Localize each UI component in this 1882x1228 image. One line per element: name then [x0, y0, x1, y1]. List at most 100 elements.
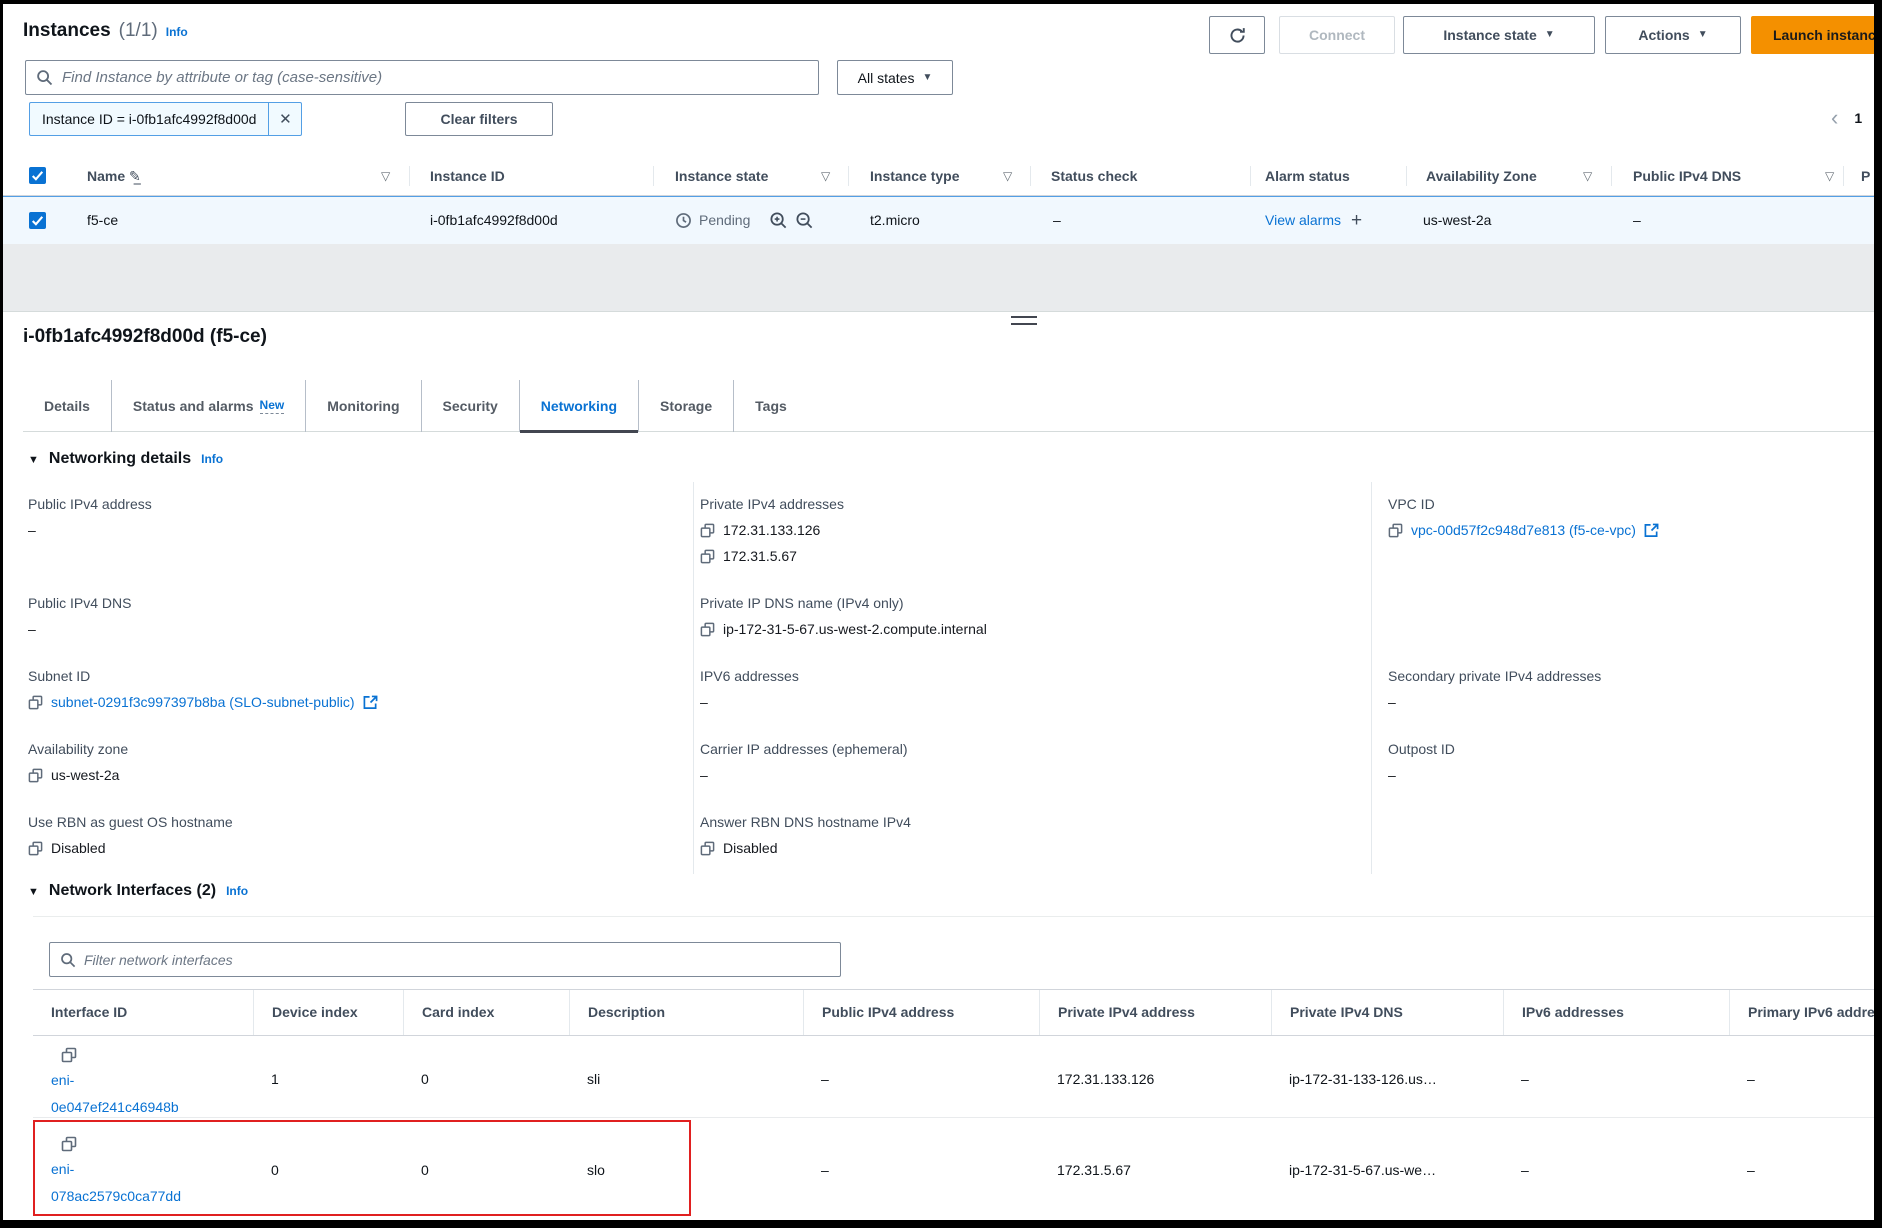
select-all-checkbox[interactable]: [29, 167, 46, 184]
external-link-icon[interactable]: [1644, 523, 1659, 538]
column-header-instance-id[interactable]: Instance ID: [430, 156, 505, 196]
field-ipv6-addresses: IPV6 addresses –: [700, 666, 1340, 715]
copy-icon[interactable]: [700, 622, 715, 637]
az-filter-icon[interactable]: ▽: [1583, 156, 1592, 196]
name-filter-icon[interactable]: ▽: [381, 156, 390, 196]
interface-row[interactable]: eni-078ac2579c0ca77dd 0 0 slo – 172.31.5…: [33, 1118, 1874, 1220]
field-public-ipv4-dns: Public IPv4 DNS –: [28, 593, 668, 642]
split-panel-drag-handle[interactable]: [1011, 316, 1037, 325]
page-number[interactable]: 1: [1854, 110, 1862, 126]
instance-count: (1/1): [119, 20, 158, 42]
interface-id-link[interactable]: eni-0e047ef241c46948b: [51, 1067, 201, 1121]
copy-icon[interactable]: [61, 1047, 77, 1063]
column-header-status-check[interactable]: Status check: [1051, 156, 1137, 196]
tab-details[interactable]: Details: [23, 380, 111, 432]
copy-icon[interactable]: [61, 1136, 77, 1152]
description-value: slo: [569, 1118, 803, 1220]
all-states-dropdown[interactable]: All states ▼: [837, 60, 953, 95]
zoom-out-icon[interactable]: [795, 211, 814, 230]
col-interface-id[interactable]: Interface ID: [33, 990, 253, 1035]
instance-row[interactable]: f5-ce i-0fb1afc4992f8d00d Pending t2.mic…: [3, 196, 1874, 244]
actions-dropdown[interactable]: Actions ▼: [1605, 16, 1741, 54]
networking-details-heading: Networking details: [49, 450, 191, 468]
col-card-index[interactable]: Card index: [403, 990, 569, 1035]
col-public-ipv4[interactable]: Public IPv4 address: [803, 990, 1039, 1035]
network-interfaces-heading: Network Interfaces (2): [49, 882, 216, 900]
column-header-public-ipv4-dns[interactable]: Public IPv4 DNS: [1633, 156, 1741, 196]
type-filter-icon[interactable]: ▽: [1003, 156, 1012, 196]
row-checkbox[interactable]: [29, 212, 46, 229]
ipv6-value: –: [1503, 1118, 1729, 1220]
copy-icon[interactable]: [700, 523, 715, 538]
copy-icon[interactable]: [700, 841, 715, 856]
instances-table-header: Name ✎̲ ▽ Instance ID Instance state ▽ I…: [3, 156, 1874, 196]
column-header-instance-type[interactable]: Instance type: [870, 156, 959, 196]
tab-networking[interactable]: Networking: [519, 380, 638, 432]
instance-id-link[interactable]: i-0fb1afc4992f8d00d: [430, 197, 558, 244]
networking-details-section-header[interactable]: ▼ Networking details Info: [28, 450, 223, 468]
new-badge: New: [260, 398, 285, 414]
state-filter-icon[interactable]: ▽: [821, 156, 830, 196]
networking-details-col3: VPC ID vpc-00d57f2c948d7e813 (f5-ce-vpc)…: [1388, 494, 1858, 812]
page-header: Instances (1/1) Info: [23, 20, 188, 42]
copy-icon[interactable]: [28, 768, 43, 783]
zoom-in-icon[interactable]: [769, 211, 788, 230]
connect-button[interactable]: Connect: [1279, 16, 1395, 54]
tab-status-and-alarms[interactable]: Status and alarms New: [111, 380, 305, 432]
clear-filters-button[interactable]: Clear filters: [405, 102, 553, 136]
view-alarms-link[interactable]: View alarms: [1265, 197, 1341, 244]
search-input[interactable]: [26, 61, 818, 94]
field-public-ipv4-address: Public IPv4 address –: [28, 494, 668, 543]
collapse-triangle-icon: ▼: [28, 454, 39, 466]
pending-clock-icon: [675, 212, 692, 229]
column-header-availability-zone[interactable]: Availability Zone: [1426, 156, 1537, 196]
private-ipv4-value: 172.31.133.126: [1039, 1037, 1271, 1121]
instance-state-value: Pending: [699, 197, 750, 244]
col-private-ipv4[interactable]: Private IPv4 address: [1039, 990, 1271, 1035]
add-alarm-plus-icon[interactable]: +: [1351, 197, 1362, 244]
column-header-name[interactable]: Name ✎̲: [87, 156, 141, 196]
public-ipv4-value: –: [803, 1037, 1039, 1121]
previous-page-icon[interactable]: ‹: [1831, 108, 1838, 128]
tab-monitoring[interactable]: Monitoring: [305, 380, 420, 432]
chevron-down-icon: ▼: [1698, 30, 1708, 40]
interface-id-link[interactable]: eni-078ac2579c0ca77dd: [51, 1156, 201, 1210]
remove-filter-icon[interactable]: ✕: [269, 110, 301, 128]
edit-pencil-icon: ✎̲: [129, 168, 141, 184]
copy-icon[interactable]: [28, 841, 43, 856]
device-index-value: 1: [253, 1037, 403, 1121]
detail-title: i-0fb1afc4992f8d00d (f5-ce): [23, 326, 267, 348]
ipv6-value: –: [1503, 1037, 1729, 1121]
refresh-button[interactable]: [1209, 16, 1265, 54]
col-private-dns[interactable]: Private IPv4 DNS: [1271, 990, 1503, 1035]
interface-row[interactable]: eni-0e047ef241c46948b 1 0 sli – 172.31.1…: [33, 1037, 1874, 1118]
column-header-instance-state[interactable]: Instance state: [675, 156, 768, 196]
network-interfaces-info-link[interactable]: Info: [226, 884, 248, 898]
interfaces-table-header: Interface ID Device index Card index Des…: [33, 989, 1874, 1036]
interface-filter-input[interactable]: [50, 943, 840, 976]
col-device-index[interactable]: Device index: [253, 990, 403, 1035]
column-header-clipped[interactable]: P: [1861, 156, 1870, 196]
subnet-link[interactable]: subnet-0291f3c997397b8ba (SLO-subnet-pub…: [51, 689, 355, 715]
col-primary-ipv6[interactable]: Primary IPv6 address: [1729, 990, 1874, 1035]
column-header-alarm-status[interactable]: Alarm status: [1265, 156, 1350, 196]
column-divider: [1371, 482, 1372, 874]
tab-tags[interactable]: Tags: [733, 380, 808, 432]
public-dns-value: –: [1633, 197, 1641, 244]
copy-icon[interactable]: [28, 695, 43, 710]
vpc-link[interactable]: vpc-00d57f2c948d7e813 (f5-ce-vpc): [1411, 517, 1636, 543]
copy-icon[interactable]: [700, 549, 715, 564]
tab-storage[interactable]: Storage: [638, 380, 733, 432]
instance-state-dropdown[interactable]: Instance state ▼: [1403, 16, 1595, 54]
networking-details-info-link[interactable]: Info: [201, 452, 223, 466]
col-ipv6[interactable]: IPv6 addresses: [1503, 990, 1729, 1035]
launch-instance-button[interactable]: Launch instance: [1751, 16, 1874, 54]
copy-icon[interactable]: [1388, 523, 1403, 538]
network-interfaces-section-header[interactable]: ▼ Network Interfaces (2) Info: [28, 882, 248, 900]
tab-security[interactable]: Security: [421, 380, 519, 432]
external-link-icon[interactable]: [363, 695, 378, 710]
field-outpost-id: Outpost ID –: [1388, 739, 1858, 788]
col-description[interactable]: Description: [569, 990, 803, 1035]
instances-info-link[interactable]: Info: [166, 25, 188, 39]
dns-filter-icon[interactable]: ▽: [1825, 156, 1834, 196]
